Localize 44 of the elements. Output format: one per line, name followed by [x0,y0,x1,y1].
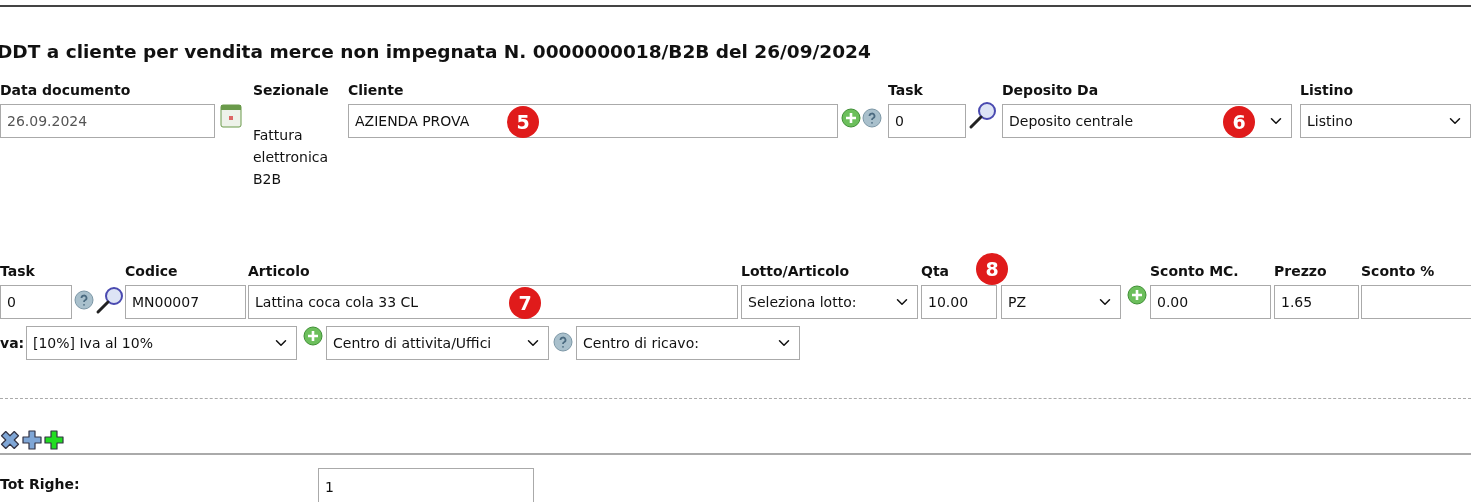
price-list-select[interactable]: Listino [1300,104,1471,138]
column-label: Lotto/Articolo [741,262,850,281]
column-label: Articolo [248,262,310,281]
calendar-icon[interactable] [220,104,242,128]
delete-icon[interactable] [0,430,20,450]
column-label: Task [0,262,35,281]
total-rows-label: Tot Righe: [0,475,81,492]
lot-select[interactable]: Seleziona lotto: [741,285,918,319]
add-icon[interactable] [22,430,42,450]
quantity-field[interactable]: 10.00 [921,285,997,319]
task-field[interactable]: 0 [888,104,966,138]
column-label: Sconto MC. [1150,262,1239,281]
activity-center-select[interactable]: Centro di attivita/Uffici [326,326,549,360]
callout-marker: 8 [976,253,1008,285]
add-icon[interactable] [44,430,64,450]
add-icon[interactable] [303,326,323,346]
search-icon[interactable] [968,100,998,130]
revenue-center-select[interactable]: Centro di ricavo: [576,326,800,360]
help-icon[interactable] [553,332,573,352]
section-value: Fattura elettronica B2B [253,126,330,189]
help-icon[interactable] [862,108,882,128]
vat-select[interactable]: [10%] Iva al 10% [26,326,297,360]
add-icon[interactable] [1127,285,1147,305]
add-icon[interactable] [841,108,861,128]
field-label: Listino [1300,81,1354,100]
field-label: Cliente [348,81,404,100]
search-icon[interactable] [95,285,125,315]
field-label: Data documento [0,81,131,100]
help-icon[interactable] [74,290,94,310]
vat-label: va: [0,334,26,353]
discount-percent-field[interactable] [1361,285,1471,319]
field-label: Task [888,81,923,100]
column-label: Sconto % [1361,262,1435,281]
column-label: Qta [921,262,950,281]
discount-field[interactable]: 0.00 [1150,285,1271,319]
task-field[interactable]: 0 [0,285,72,319]
price-field[interactable]: 1.65 [1274,285,1359,319]
field-label: Deposito Da [1002,81,1099,100]
code-field[interactable]: MN00007 [125,285,246,319]
field-label: Sezionale [253,81,329,100]
unit-select[interactable]: PZ [1001,285,1121,319]
total-rows-field[interactable]: 1 [318,468,534,502]
column-label: Prezzo [1274,262,1327,281]
column-label: Codice [125,262,178,281]
